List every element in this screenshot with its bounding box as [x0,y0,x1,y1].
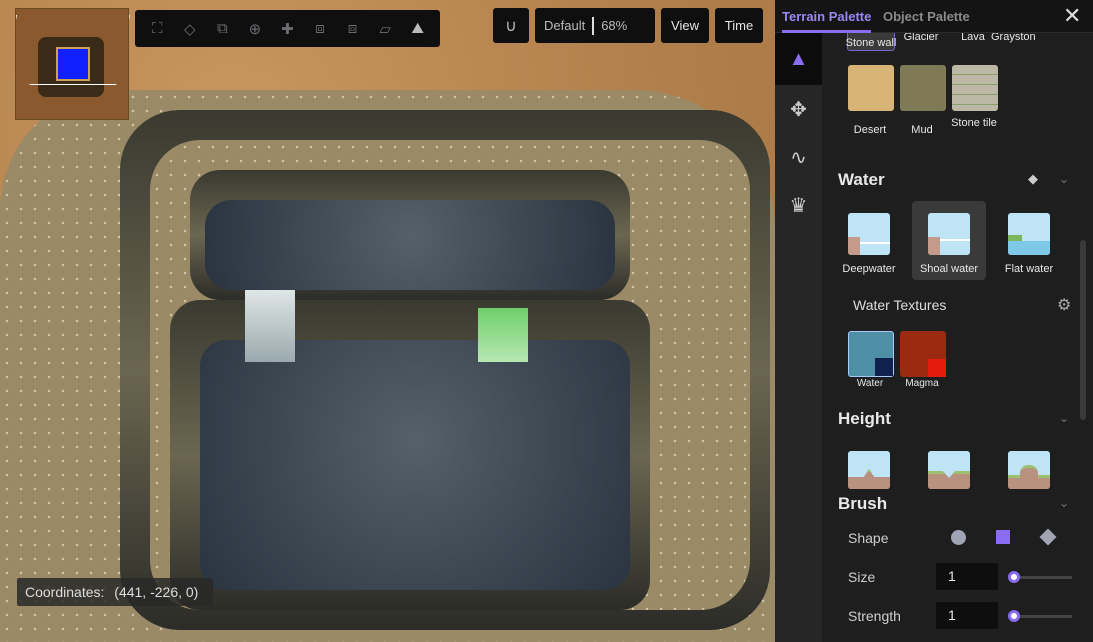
texture-mud[interactable] [900,65,946,111]
terrain-palette-panel: Terrain Palette Object Palette ✕ ▲ ✥ ∿ ♛… [775,0,1093,642]
preset-zoom-control[interactable]: Default 68% [535,8,655,43]
transform-icon[interactable]: ◇ [176,20,204,38]
height-section-title: Height [838,409,891,428]
layers-icon[interactable]: ⧉ [208,20,236,37]
copy-icon[interactable]: ⧈ [306,20,334,37]
texture-stone-tile[interactable] [952,65,998,111]
preset-label: Default [544,18,586,33]
scrollbar[interactable] [1080,240,1086,420]
coordinates-value: (441, -226, 0) [114,584,199,600]
diamond-shape-button[interactable] [1039,528,1057,546]
size-input[interactable]: 1 [936,563,998,590]
chevron-down-icon[interactable]: ⌄ [1059,411,1069,425]
texture-label[interactable]: Glacier [891,33,951,43]
height-raise[interactable] [848,451,890,489]
gear-icon[interactable]: ⚙ [1057,295,1071,315]
texture-label[interactable]: Grayston [991,33,1051,43]
texture-desert[interactable] [848,65,894,111]
tab-object-palette[interactable]: Object Palette [883,9,970,24]
size-slider[interactable] [1008,571,1072,583]
target-icon[interactable]: ⊕ [241,20,269,38]
minimap-view-frustum [16,15,130,85]
tab-terrain-palette[interactable]: Terrain Palette [782,9,872,33]
water-texture-water[interactable] [848,331,894,377]
close-icon[interactable]: ✕ [1063,3,1081,29]
zoom-level: 68% [601,18,628,33]
circle-shape-button[interactable] [951,530,966,545]
size-label: Size [848,569,876,585]
water-textures-title: Water Textures [853,297,947,313]
waterfall [245,290,295,362]
water-flat[interactable] [1008,213,1050,255]
selected-waterfall[interactable] [478,308,528,362]
time-button[interactable]: Time [715,8,763,43]
shape-label: Shape [848,530,889,546]
strength-input[interactable]: 1 [936,602,998,629]
path-icon[interactable]: ∿ [775,133,822,181]
paste-icon[interactable]: ⧈ [339,20,367,37]
tiles-icon[interactable]: ✥ [775,85,822,133]
texture-label: Stone tile [951,117,997,129]
crown-icon[interactable]: ♛ [775,181,822,229]
water-texture-magma[interactable] [900,331,946,377]
palette-tabs: Terrain Palette Object Palette ✕ [775,0,1093,33]
upper-pool [205,200,615,290]
chevron-down-icon[interactable]: ⌄ [1059,496,1069,510]
view-button[interactable]: View [661,8,709,43]
coordinates-label: Coordinates: [25,584,105,600]
square-shape-button[interactable] [996,530,1010,544]
fullscreen-icon[interactable]: ⛶ [143,20,171,37]
eraser-icon[interactable]: ◆ [1028,171,1038,187]
water-shoal[interactable] [928,213,970,255]
strength-slider-handle[interactable] [1008,610,1020,622]
magnet-icon[interactable]: ∪ [493,8,529,43]
water-deepwater[interactable] [848,213,890,255]
terrain-icon[interactable]: ▲ [775,33,822,85]
water-label: Flat water [1004,263,1054,275]
water-label: Shoal water [919,263,979,275]
tool-toolbar: ⛶ ◇ ⧉ ⊕ ✚ ⧈ ⧈ ▱ ⛰ [135,10,440,47]
lower-pool [200,340,630,590]
water-texture-label: Magma [905,378,939,389]
water-section-title: Water [838,170,885,189]
palette-rail: ▲ ✥ ∿ ♛ [775,33,822,642]
3d-viewport[interactable]: ⛶ ◇ ⧉ ⊕ ✚ ⧈ ⧈ ▱ ⛰ ∪ Default 68% View Tim… [0,0,775,642]
height-lower[interactable] [928,451,970,489]
coordinates-readout: Coordinates: (441, -226, 0) [17,578,213,606]
texture-label: Mud [911,124,933,136]
water-texture-label: Water [856,378,884,389]
ruler-icon[interactable]: ▱ [371,20,399,38]
water-label: Deepwater [842,263,896,275]
chevron-down-icon[interactable]: ⌄ [1059,172,1069,186]
strength-slider[interactable] [1008,610,1072,622]
puzzle-icon[interactable]: ✚ [273,20,301,38]
strength-label: Strength [848,608,901,624]
height-plateau[interactable] [1008,451,1050,489]
texture-label: Desert [853,124,887,136]
brush-section-title: Brush [838,494,888,513]
palette-content: Stone wall Glacier Lava Grayston Desert … [822,33,1080,642]
size-slider-handle[interactable] [1008,571,1020,583]
minimap[interactable] [15,8,130,120]
terrain-icon[interactable]: ⛰ [404,20,432,37]
